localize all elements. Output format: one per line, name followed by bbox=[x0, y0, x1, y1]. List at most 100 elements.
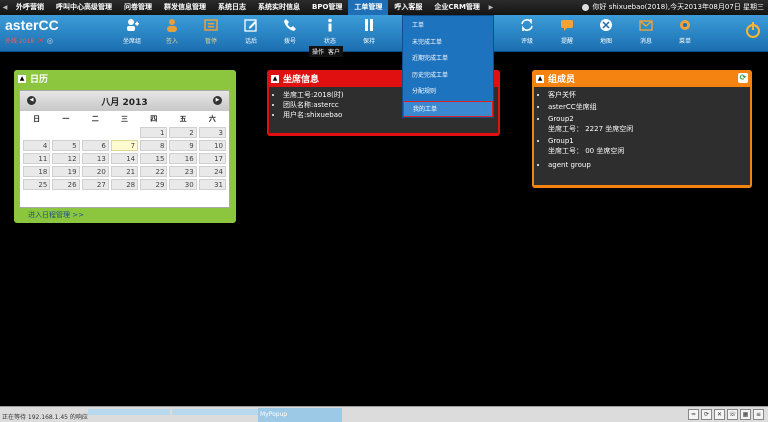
calendar-day[interactable]: 11 bbox=[23, 153, 51, 164]
next-month-icon[interactable]: ▶ bbox=[213, 96, 222, 105]
phone-small-icon[interactable]: ☏ bbox=[727, 409, 738, 420]
calendar-day[interactable]: 1 bbox=[140, 127, 168, 138]
menu-item-broadcast[interactable]: 群发信息管理 bbox=[158, 0, 212, 15]
collapse-icon[interactable]: ▲ bbox=[18, 74, 26, 83]
rating-button[interactable]: 评级 bbox=[511, 18, 543, 45]
group-item: 客户关怀 bbox=[548, 90, 750, 100]
map-label: 地图 bbox=[599, 38, 612, 45]
dropdown-item-history[interactable]: 历史完成工单 bbox=[403, 68, 493, 85]
calendar-blank bbox=[23, 127, 50, 138]
calendar-day[interactable]: 27 bbox=[81, 179, 109, 190]
taskbar-tab[interactable] bbox=[172, 409, 258, 415]
calendar-day[interactable]: 17 bbox=[198, 153, 226, 164]
collapse-icon[interactable]: ▲ bbox=[536, 74, 544, 83]
menu-label: 菜单 bbox=[678, 38, 691, 45]
dropdown-item-recent[interactable]: 近期完成工单 bbox=[403, 51, 493, 68]
calendar-day[interactable]: 2 bbox=[169, 127, 197, 138]
power-icon[interactable] bbox=[746, 22, 760, 38]
menu-scroll-left-icon[interactable]: ◀ bbox=[0, 4, 10, 11]
menu-item-syslog[interactable]: 系统日志 bbox=[212, 0, 252, 15]
calendar-day[interactable]: 3 bbox=[198, 127, 226, 138]
dial-label: 拨号 bbox=[283, 38, 296, 45]
calendar-day[interactable]: 28 bbox=[110, 179, 139, 190]
calendar-grid: 日一二三四五六 1 2 3 4 5 6 7 8 9 10 11 12 13 14 15 16 17 18 19 20 21… bbox=[20, 111, 229, 190]
calendar-day[interactable]: 20 bbox=[81, 166, 109, 177]
map-button[interactable]: 地图 bbox=[590, 18, 622, 45]
taskbar-tab[interactable] bbox=[88, 409, 170, 415]
schedule-link[interactable]: 进入日程管理 >> bbox=[28, 210, 84, 220]
calendar-day[interactable]: 29 bbox=[140, 179, 168, 190]
calendar-blank bbox=[82, 127, 109, 138]
calendar-day[interactable]: 21 bbox=[110, 166, 139, 177]
menu-item-survey[interactable]: 问卷管理 bbox=[118, 0, 158, 15]
weekday-label: 四 bbox=[150, 115, 158, 123]
rating-label: 评级 bbox=[520, 38, 533, 45]
menu-scroll-right-icon[interactable]: ▶ bbox=[486, 4, 496, 11]
weekday-label: 六 bbox=[208, 115, 216, 123]
menu-item-inbound[interactable]: 呼入客服 bbox=[388, 0, 428, 15]
calendar-day[interactable]: 19 bbox=[52, 166, 80, 177]
dial-button[interactable]: 拨号 bbox=[274, 18, 306, 45]
hold-label: 保持 bbox=[362, 38, 375, 45]
calendar-day[interactable]: 6 bbox=[81, 140, 109, 151]
pause-button[interactable]: 暂停 bbox=[195, 18, 227, 45]
menu-item-ticket[interactable]: 工单管理 bbox=[348, 0, 389, 15]
refresh-icon[interactable]: ⟳ bbox=[701, 409, 712, 420]
calendar-day[interactable]: 15 bbox=[140, 153, 168, 164]
calendar-day[interactable]: 8 bbox=[140, 140, 168, 151]
prev-month-icon[interactable]: ◀ bbox=[27, 96, 36, 105]
group-item: asterCC坐席组 bbox=[548, 102, 750, 112]
status-button[interactable]: 状态 bbox=[314, 18, 346, 45]
after-call-button[interactable]: 话后 bbox=[235, 18, 267, 45]
globe-icon bbox=[600, 19, 612, 31]
menu-item-callcenter[interactable]: 呼叫中心高级管理 bbox=[50, 0, 118, 15]
menu-item-realtime[interactable]: 系统实时信息 bbox=[252, 0, 306, 15]
calendar-day[interactable]: 24 bbox=[198, 166, 226, 177]
calendar-day[interactable]: 14 bbox=[110, 153, 139, 164]
calendar-day[interactable]: 13 bbox=[81, 153, 109, 164]
calendar-day[interactable]: 10 bbox=[198, 140, 226, 151]
dropdown-item-my-tickets[interactable]: 我的工单 bbox=[403, 100, 493, 117]
group-members-list: 客户关怀 asterCC坐席组 Group2 坐席工号： 2227 坐席空闲 G… bbox=[534, 87, 750, 185]
menu-item-crm[interactable]: 企业CRM管理 bbox=[428, 0, 486, 15]
signin-button[interactable]: 签入 bbox=[156, 18, 188, 45]
dropdown-item-rules[interactable]: 分配规则 bbox=[403, 84, 493, 101]
calendar-day[interactable]: 30 bbox=[169, 179, 197, 190]
dropdown-item-ticket[interactable]: 工单 bbox=[403, 18, 493, 35]
calendar-panel-header: ▲ 日历 bbox=[14, 70, 236, 87]
calendar-day[interactable]: 23 bbox=[169, 166, 197, 177]
calendar-day[interactable]: 25 bbox=[23, 179, 51, 190]
menu-item-outbound[interactable]: 外呼营销 bbox=[10, 0, 50, 15]
refresh-icon[interactable]: ⟳ bbox=[738, 73, 748, 83]
calendar-day[interactable]: 4 bbox=[23, 140, 51, 151]
dropdown-item-unfinished[interactable]: 未完成工单 bbox=[403, 35, 493, 52]
expand-icon[interactable]: ≈ bbox=[688, 409, 699, 420]
calendar-day[interactable]: 26 bbox=[52, 179, 80, 190]
menu-item-bpo[interactable]: BPO管理 bbox=[306, 0, 348, 15]
calendar-day[interactable]: 16 bbox=[169, 153, 197, 164]
signin-label: 签入 bbox=[165, 38, 178, 45]
calendar-day[interactable]: 18 bbox=[23, 166, 51, 177]
menu-button[interactable]: 菜单 bbox=[669, 18, 701, 45]
status-circle-icon[interactable]: ◎ bbox=[47, 37, 53, 45]
close-icon[interactable]: ✕ bbox=[714, 409, 725, 420]
calendar-day[interactable]: 12 bbox=[52, 153, 80, 164]
calendar-day[interactable]: 9 bbox=[169, 140, 197, 151]
seat-group-button[interactable]: 坐席组 bbox=[116, 18, 148, 45]
grid-icon[interactable]: ▦ bbox=[740, 409, 751, 420]
message-button[interactable]: 消息 bbox=[630, 18, 662, 45]
status-bar: 正在等待 192.168.1.45 的响应 MyPopup ≈ ⟳ ✕ ☏ ▦ … bbox=[0, 406, 768, 422]
edit-icon bbox=[244, 19, 257, 32]
calendar-day[interactable]: 7 bbox=[110, 140, 139, 151]
sync-icon bbox=[521, 19, 533, 31]
list-icon[interactable]: ≡ bbox=[753, 409, 764, 420]
reminder-button[interactable]: 提醒 bbox=[551, 18, 583, 45]
mypopup-tab[interactable]: MyPopup bbox=[258, 408, 342, 422]
hold-button[interactable]: 保持 bbox=[353, 18, 385, 45]
calendar-day[interactable]: 31 bbox=[198, 179, 226, 190]
hangup-x-icon[interactable]: ✕ bbox=[37, 36, 44, 45]
status-label: 状态 bbox=[323, 38, 336, 45]
calendar-day[interactable]: 22 bbox=[140, 166, 168, 177]
collapse-icon[interactable]: ▲ bbox=[271, 74, 279, 83]
calendar-day[interactable]: 5 bbox=[52, 140, 80, 151]
